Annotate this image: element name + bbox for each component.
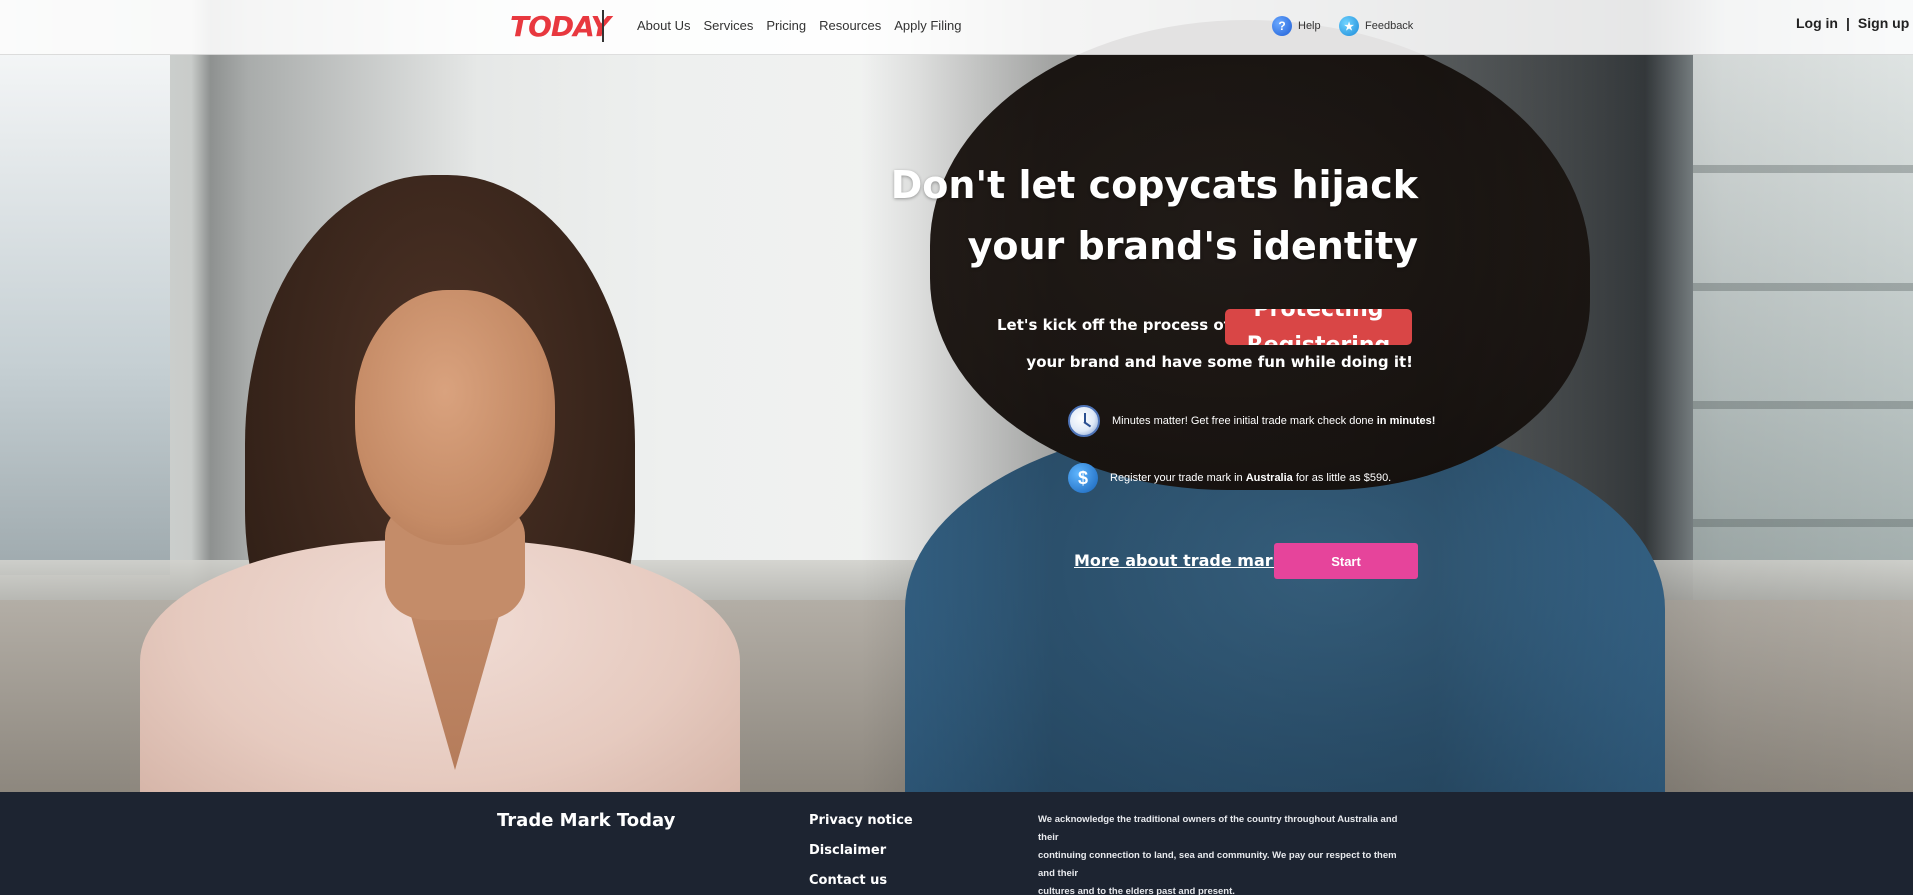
rotating-word-2: Registering	[1225, 333, 1412, 345]
footer: Trade Mark Today Privacy notice Disclaim…	[0, 792, 1913, 895]
auth-separator: |	[1846, 15, 1850, 31]
headline-line-2: your brand's identity	[967, 224, 1418, 268]
nav-about-us[interactable]: About Us	[637, 18, 690, 33]
feedback-label: Feedback	[1365, 20, 1414, 32]
help-label: Help	[1298, 20, 1321, 32]
nav-pricing[interactable]: Pricing	[766, 18, 806, 33]
contact-us-link[interactable]: Contact us	[809, 873, 913, 888]
nav-apply-filing[interactable]: Apply Filing	[894, 18, 961, 33]
footer-brand: Trade Mark Today	[497, 810, 676, 831]
auth-links: Log in | Sign up	[1796, 15, 1909, 31]
brand-logo[interactable]: TODAY	[510, 10, 611, 43]
feedback-link[interactable]: ★ Feedback	[1339, 16, 1413, 36]
disclaimer-link[interactable]: Disclaimer	[809, 843, 913, 858]
feature-item-price: $ Register your trade mark in Australia …	[1068, 463, 1391, 493]
start-button[interactable]: Start	[1274, 543, 1418, 579]
acknowledgement-text: We acknowledge the traditional owners of…	[1038, 814, 1398, 895]
rotating-word-box: Protecting Registering	[1225, 309, 1412, 345]
hero-tagline: your brand and have some fun while doing…	[1026, 353, 1413, 371]
logo-divider	[602, 10, 604, 42]
main-nav: About Us Services Pricing Resources Appl…	[637, 18, 961, 33]
footer-links: Privacy notice Disclaimer Contact us	[809, 813, 913, 888]
dollar-icon: $	[1068, 463, 1098, 493]
help-link[interactable]: ? Help	[1272, 16, 1321, 36]
question-icon: ?	[1272, 16, 1292, 36]
nav-services[interactable]: Services	[703, 18, 753, 33]
more-about-trade-marks-link[interactable]: More about trade marks	[1074, 551, 1293, 570]
feature-item-minutes: Minutes matter! Get free initial trade m…	[1068, 405, 1435, 437]
hero-background-photo	[0, 0, 1913, 792]
kickoff-text: Let's kick off the process of	[997, 316, 1231, 334]
hero-headline: Don't let copycats hijack your brand's i…	[818, 155, 1418, 277]
top-navbar: TODAY About Us Services Pricing Resource…	[0, 0, 1913, 55]
login-link[interactable]: Log in	[1796, 15, 1838, 31]
rotating-word-1: Protecting	[1253, 309, 1384, 322]
feature-text: Minutes matter! Get free initial trade m…	[1112, 415, 1436, 427]
feature-text: Register your trade mark in Australia fo…	[1110, 472, 1392, 484]
headline-line-1: Don't let copycats hijack	[890, 163, 1418, 207]
star-icon: ★	[1339, 16, 1359, 36]
signup-link[interactable]: Sign up	[1858, 15, 1909, 31]
hero-overlay	[0, 0, 1913, 792]
clock-icon	[1068, 405, 1100, 437]
nav-resources[interactable]: Resources	[819, 18, 881, 33]
privacy-notice-link[interactable]: Privacy notice	[809, 813, 913, 828]
